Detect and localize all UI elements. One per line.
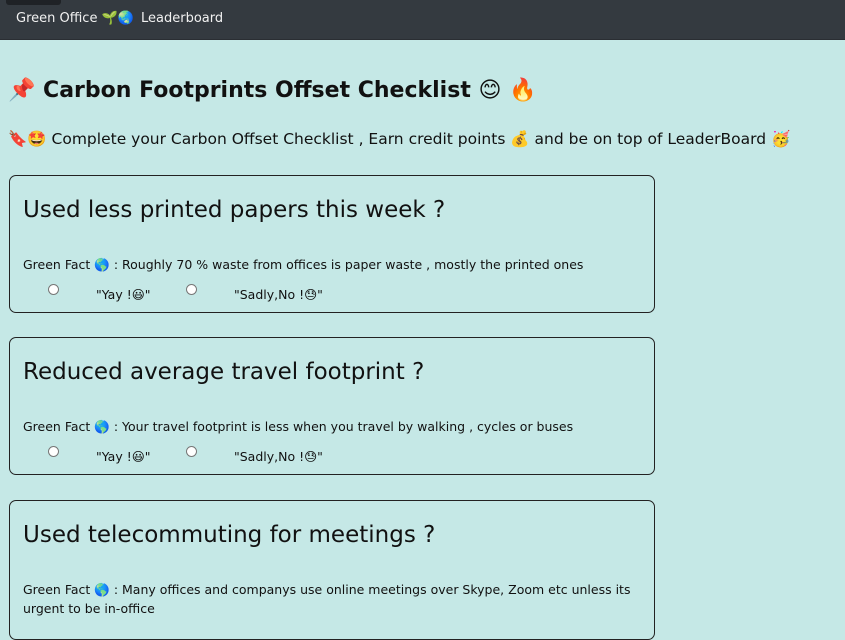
green-fact-text: Green Fact 🌎 : Roughly 70 % waste from o… (23, 257, 584, 272)
no-label: "Sadly,No !😓" (234, 287, 323, 302)
top-navbar: Green Office 🌱🌏 Leaderboard (0, 0, 845, 40)
active-tab-indicator (6, 0, 61, 5)
checklist-card-paper: Used less printed papers this week ? Gre… (9, 175, 655, 313)
checklist-card-travel: Reduced average travel footprint ? Green… (9, 337, 655, 475)
nav-brand-link[interactable]: Green Office 🌱🌏 (16, 11, 134, 26)
no-radio[interactable] (186, 284, 197, 295)
green-fact-text: Green Fact 🌎 : Many offices and companys… (23, 582, 631, 616)
yes-radio[interactable] (48, 284, 59, 295)
yes-label: "Yay !😃" (96, 449, 151, 464)
question-heading: Used less printed papers this week ? (23, 197, 446, 223)
checklist-card-telecommuting: Used telecommuting for meetings ? Green … (9, 500, 655, 640)
page-subtitle: 🔖🤩 Complete your Carbon Offset Checklist… (8, 130, 791, 148)
question-heading: Used telecommuting for meetings ? (23, 522, 436, 548)
nav-leaderboard-link[interactable]: Leaderboard (141, 11, 223, 26)
green-fact-text: Green Fact 🌎 : Your travel footprint is … (23, 419, 574, 434)
no-label: "Sadly,No !😓" (234, 449, 323, 464)
yes-radio[interactable] (48, 446, 59, 457)
page-title: 📌 Carbon Footprints Offset Checklist 😊 🔥 (8, 78, 537, 103)
yes-label: "Yay !😃" (96, 287, 151, 302)
question-heading: Reduced average travel footprint ? (23, 359, 425, 385)
no-radio[interactable] (186, 446, 197, 457)
